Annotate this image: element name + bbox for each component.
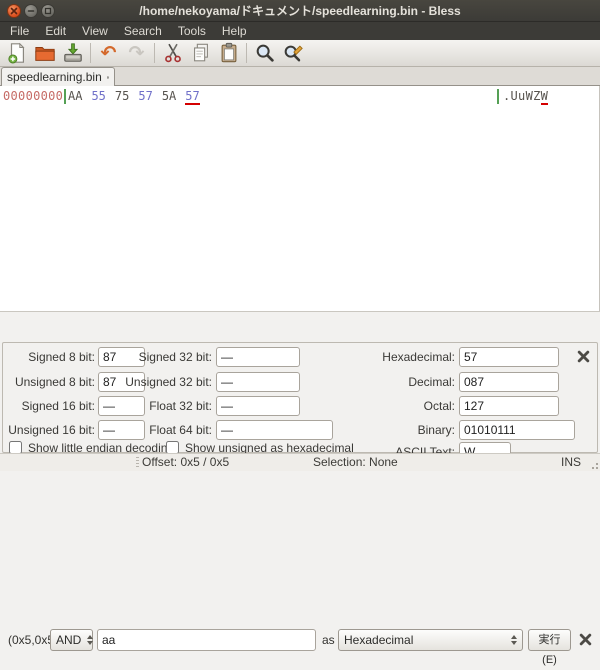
paste-button[interactable] xyxy=(216,41,241,65)
statusbar-offset: Offset: 0x5 / 0x5 xyxy=(142,454,229,471)
hex-row: 00000000 AA 55 75 57 5A 57 .UuWZW xyxy=(0,89,600,104)
menu-file[interactable]: File xyxy=(2,22,37,40)
operation-bar: (0x5,0x5) AND as Hexadecimal 実行(E) xyxy=(0,311,600,342)
signed-8bit-label: Signed 8 bit: xyxy=(3,347,95,367)
statusbar: Offset: 0x5 / 0x5 Selection: None INS xyxy=(0,453,600,471)
operator-value: AND xyxy=(56,633,81,647)
combobox-arrows-icon xyxy=(505,635,517,645)
column-separator xyxy=(64,89,66,104)
offset-column: 00000000 xyxy=(3,89,63,103)
octal-input[interactable] xyxy=(459,396,559,416)
open-folder-icon xyxy=(34,42,56,64)
signed-32bit-label: Signed 32 bit: xyxy=(121,347,212,367)
statusbar-selection: Selection: None xyxy=(313,454,398,471)
copy-icon xyxy=(190,42,212,64)
menu-help[interactable]: Help xyxy=(214,22,255,40)
cut-button[interactable] xyxy=(160,41,185,65)
combobox-arrows-icon xyxy=(81,635,93,645)
toolbar: ↶ ↷ xyxy=(0,40,600,67)
operator-combobox[interactable]: AND xyxy=(50,629,93,651)
ascii-text[interactable]: .UuWZ xyxy=(503,89,541,103)
toolbar-separator xyxy=(90,43,91,63)
menu-view[interactable]: View xyxy=(74,22,116,40)
hex-bytes[interactable]: AA 55 75 57 5A 57 xyxy=(68,89,209,103)
float-64bit-input[interactable] xyxy=(216,420,333,440)
hex-byte-cursor[interactable]: 57 xyxy=(185,89,199,105)
menubar: File Edit View Search Tools Help xyxy=(0,22,600,40)
tab-speedlearning-bin[interactable]: speedlearning.bin xyxy=(1,67,115,86)
close-conversion-panel-icon[interactable] xyxy=(577,350,590,363)
hex-editor-area[interactable]: 00000000 AA 55 75 57 5A 57 .UuWZW xyxy=(0,86,600,311)
find-button[interactable] xyxy=(252,41,277,65)
hexadecimal-input[interactable] xyxy=(459,347,559,367)
paste-clipboard-icon xyxy=(218,42,240,64)
undo-button[interactable]: ↶ xyxy=(96,41,121,65)
toolbar-separator xyxy=(246,43,247,63)
menu-search[interactable]: Search xyxy=(116,22,170,40)
tabbar: speedlearning.bin xyxy=(0,67,600,86)
statusbar-separator xyxy=(136,457,139,468)
toolbar-separator xyxy=(154,43,155,63)
copy-button[interactable] xyxy=(188,41,213,65)
cut-scissors-icon xyxy=(162,42,184,64)
decimal-input[interactable] xyxy=(459,372,559,392)
binary-label: Binary: xyxy=(341,420,455,440)
save-button[interactable] xyxy=(60,41,85,65)
octal-label: Octal: xyxy=(341,396,455,416)
hex-byte[interactable]: 5A xyxy=(162,89,176,103)
signed-32bit-input[interactable] xyxy=(216,347,300,367)
new-file-button[interactable] xyxy=(4,41,29,65)
save-icon xyxy=(62,42,84,64)
tab-label: speedlearning.bin xyxy=(7,70,102,84)
data-conversion-panel: Signed 8 bit: Unsigned 8 bit: Signed 16 … xyxy=(2,342,598,453)
ascii-column[interactable]: .UuWZW xyxy=(503,89,548,103)
float-32bit-input[interactable] xyxy=(216,396,300,416)
format-value: Hexadecimal xyxy=(344,633,413,647)
hex-byte[interactable]: 55 xyxy=(91,89,105,103)
statusbar-insert-mode: INS xyxy=(561,454,581,471)
search-icon xyxy=(254,42,276,64)
float-64bit-label: Float 64 bit: xyxy=(121,420,212,440)
hex-byte[interactable]: 75 xyxy=(115,89,129,103)
new-file-icon xyxy=(6,42,28,64)
hex-byte[interactable]: AA xyxy=(68,89,82,103)
hexadecimal-label: Hexadecimal: xyxy=(341,347,455,367)
hex-byte[interactable]: 57 xyxy=(138,89,152,103)
redo-button[interactable]: ↷ xyxy=(124,41,149,65)
resize-grip[interactable] xyxy=(590,461,598,469)
ascii-cursor-char[interactable]: W xyxy=(541,89,549,105)
window-title: /home/nekoyama/ドキュメント/speedlearning.bin … xyxy=(0,0,600,22)
decimal-label: Decimal: xyxy=(341,372,455,392)
format-combobox[interactable]: Hexadecimal xyxy=(338,629,523,651)
binary-input[interactable] xyxy=(459,420,575,440)
open-button[interactable] xyxy=(32,41,57,65)
as-label: as xyxy=(322,629,335,651)
titlebar: /home/nekoyama/ドキュメント/speedlearning.bin … xyxy=(0,0,600,22)
redo-icon: ↷ xyxy=(129,42,145,64)
find-replace-button[interactable] xyxy=(280,41,305,65)
column-separator xyxy=(497,89,499,104)
signed-16bit-label: Signed 16 bit: xyxy=(3,396,95,416)
tab-close-icon[interactable] xyxy=(107,73,109,82)
close-operation-bar-icon[interactable] xyxy=(579,633,592,646)
execute-button[interactable]: 実行(E) xyxy=(528,629,571,651)
unsigned-8bit-label: Unsigned 8 bit: xyxy=(3,372,95,392)
unsigned-16bit-label: Unsigned 16 bit: xyxy=(3,420,95,440)
float-32bit-label: Float 32 bit: xyxy=(121,396,212,416)
menu-edit[interactable]: Edit xyxy=(37,22,74,40)
undo-icon: ↶ xyxy=(101,42,117,64)
menu-tools[interactable]: Tools xyxy=(170,22,214,40)
unsigned-32bit-input[interactable] xyxy=(216,372,300,392)
operand-input[interactable] xyxy=(97,629,316,651)
unsigned-32bit-label: Unsigned 32 bit: xyxy=(121,372,212,392)
search-replace-icon xyxy=(282,42,304,64)
